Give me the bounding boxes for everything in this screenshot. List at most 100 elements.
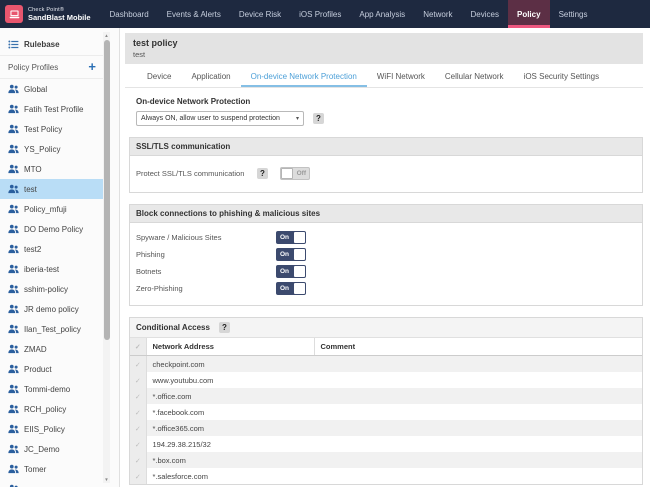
sidebar-profile-item[interactable]: Ilan_Test_policy (0, 319, 103, 339)
network-address-cell: *.office365.com (146, 420, 314, 436)
sidebar-profile-item[interactable]: DO Demo Policy (0, 219, 103, 239)
check-icon: ✓ (135, 442, 141, 449)
profile-group-icon (8, 164, 19, 174)
block-category-toggle[interactable]: On (276, 231, 306, 244)
table-row[interactable]: ✓ *.office365.com (130, 420, 642, 436)
comment-cell (314, 388, 642, 404)
profile-group-icon (8, 204, 19, 214)
row-select-cell[interactable]: ✓ (130, 436, 146, 452)
tab[interactable]: Cellular Network (435, 64, 514, 87)
sidebar-profile-item[interactable]: Global (0, 79, 103, 99)
sidebar-profile-item[interactable]: JR demo policy (0, 299, 103, 319)
block-section-header: Block connections to phishing & maliciou… (130, 205, 642, 223)
sidebar-profile-item[interactable]: ZMAD (0, 339, 103, 359)
profile-label: Tommi-demo (24, 385, 70, 394)
sidebar-item-rulebase[interactable]: Rulebase (0, 33, 103, 56)
help-icon[interactable]: ? (219, 322, 230, 333)
block-field-row: Phishing On (136, 246, 636, 263)
help-icon[interactable]: ? (313, 113, 324, 124)
tab[interactable]: WiFI Network (367, 64, 435, 87)
table-row[interactable]: ✓ www.youtubu.com (130, 372, 642, 388)
sidebar-profile-item[interactable]: Tommi-demo (0, 379, 103, 399)
profile-group-icon (8, 364, 19, 374)
sidebar-profile-item[interactable]: Test Policy (0, 119, 103, 139)
sidebar-profile-item[interactable]: RCH_policy (0, 399, 103, 419)
table-row[interactable]: ✓ *.facebook.com (130, 404, 642, 420)
profile-group-icon (8, 104, 19, 114)
ssl-protection-toggle[interactable]: Off (280, 167, 310, 180)
row-select-cell[interactable]: ✓ (130, 388, 146, 404)
nav-item[interactable]: Dashboard (101, 0, 158, 28)
main-nav: Dashboard Events & Alerts Device Risk iO… (101, 0, 597, 28)
nav-item[interactable]: Policy (508, 0, 550, 28)
nav-item[interactable]: Settings (550, 0, 597, 28)
block-category-toggle[interactable]: On (276, 282, 306, 295)
sidebar-profile-item[interactable]: Product (0, 359, 103, 379)
row-select-cell[interactable]: ✓ (130, 452, 146, 468)
row-select-cell[interactable]: ✓ (130, 420, 146, 436)
sidebar-profile-item[interactable]: JC_Demo (0, 439, 103, 459)
sidebar-profile-item[interactable]: test2 (0, 239, 103, 259)
check-icon: ✓ (135, 344, 141, 351)
comment-column-header[interactable]: Comment (314, 338, 642, 356)
toggle-knob (294, 283, 305, 294)
scroll-down-arrow-icon[interactable]: ▼ (103, 476, 110, 483)
nav-item[interactable]: App Analysis (350, 0, 414, 28)
nav-item[interactable]: iOS Profiles (290, 0, 350, 28)
row-select-cell[interactable]: ✓ (130, 356, 146, 373)
network-address-cell: *.facebook.com (146, 404, 314, 420)
row-select-cell[interactable]: ✓ (130, 404, 146, 420)
tab[interactable]: Application (181, 64, 240, 87)
scroll-up-arrow-icon[interactable]: ▲ (103, 32, 110, 39)
block-field-label: Botnets (136, 267, 276, 276)
sidebar-profile-item[interactable]: EIIS_Policy (0, 419, 103, 439)
profile-label: iberia-test (24, 265, 59, 274)
nav-item[interactable]: Device Risk (230, 0, 290, 28)
profile-label: Global (24, 85, 47, 94)
block-field-row: Botnets On (136, 263, 636, 280)
add-profile-button[interactable]: + (88, 62, 96, 72)
sidebar-profile-item[interactable]: Tomer (0, 459, 103, 479)
table-row[interactable]: ✓ 194.29.38.215/32 (130, 436, 642, 452)
sidebar-scrollbar[interactable]: ▲ ▼ (103, 32, 110, 483)
help-icon[interactable]: ? (257, 168, 268, 179)
tab[interactable]: On-device Network Protection (241, 64, 367, 87)
conditional-access-header: Conditional Access ? (130, 318, 642, 338)
profile-group-icon (8, 464, 19, 474)
nav-item[interactable]: Events & Alerts (158, 0, 230, 28)
brand-text: Check Point® SandBlast Mobile (28, 7, 91, 22)
sidebar-profile-item[interactable]: iberia-test (0, 259, 103, 279)
protection-mode-select[interactable]: Always ON, allow user to suspend protect… (136, 111, 304, 126)
profile-label: test (24, 185, 37, 194)
brand-logo[interactable]: Check Point® SandBlast Mobile (0, 0, 101, 28)
block-field-row: Zero-Phishing On (136, 280, 636, 297)
comment-cell (314, 404, 642, 420)
block-connections-section: Block connections to phishing & maliciou… (129, 204, 643, 306)
sidebar-profile-item[interactable]: MTO (0, 159, 103, 179)
table-row[interactable]: ✓ *.office.com (130, 388, 642, 404)
sidebar-profile-item[interactable]: sshim-policy (0, 279, 103, 299)
table-row[interactable]: ✓ *.salesforce.com (130, 468, 642, 484)
row-select-cell[interactable]: ✓ (130, 468, 146, 484)
toggle-state-label: On (277, 234, 289, 241)
scrollbar-thumb[interactable] (104, 40, 110, 340)
tab[interactable]: Device (137, 64, 181, 87)
block-category-toggle[interactable]: On (276, 248, 306, 261)
table-row[interactable]: ✓ *.box.com (130, 452, 642, 468)
profile-group-icon (8, 184, 19, 194)
sidebar-profile-item[interactable]: Fatih Test Profile (0, 99, 103, 119)
sidebar-profile-item[interactable] (0, 479, 103, 487)
block-category-toggle[interactable]: On (276, 265, 306, 278)
nav-item[interactable]: Network (414, 0, 461, 28)
profile-label: Ilan_Test_policy (24, 325, 81, 334)
select-all-column-header[interactable]: ✓ (130, 338, 146, 356)
network-address-column-header[interactable]: Network Address (146, 338, 314, 356)
tab[interactable]: iOS Security Settings (514, 64, 610, 87)
sidebar-profile-item[interactable]: test (0, 179, 103, 199)
page-header: test policy test (125, 33, 643, 64)
sidebar-profile-item[interactable]: YS_Policy (0, 139, 103, 159)
sidebar-profile-item[interactable]: Policy_mfuji (0, 199, 103, 219)
table-row[interactable]: ✓ checkpoint.com (130, 356, 642, 373)
nav-item[interactable]: Devices (462, 0, 508, 28)
row-select-cell[interactable]: ✓ (130, 372, 146, 388)
